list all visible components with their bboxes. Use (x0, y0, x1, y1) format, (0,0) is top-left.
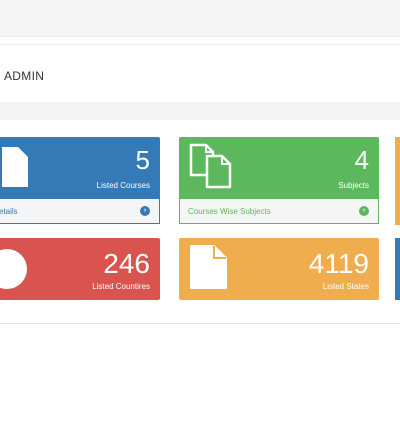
courses-wise-subjects-link[interactable]: Courses Wise Subjects › (179, 199, 379, 224)
countries-caption: Listed Countires (92, 282, 150, 291)
states-caption: Listed States (322, 282, 369, 291)
subjects-count: 4 (354, 145, 369, 175)
countries-tile-header: 246 Listed Countires (0, 238, 160, 300)
circle-arrow-right-icon: › (140, 206, 150, 216)
subjects-tile: 4 Subjects Courses Wise Subjects › (179, 137, 379, 225)
circle-arrow-right-icon: › (359, 206, 369, 216)
subjects-tile-header: 4 Subjects (179, 137, 379, 199)
partial-tile-right-top (395, 137, 400, 225)
file-icon (190, 245, 227, 289)
states-tile-header: 4119 Listed States (179, 238, 379, 300)
subjects-caption: Subjects (338, 181, 369, 190)
courses-tile-header: 5 Listed Courses (0, 137, 160, 199)
files-icon (189, 143, 232, 189)
courses-footer-label: etails (0, 207, 18, 216)
partial-tile-right-bottom (395, 238, 400, 300)
countries-count: 246 (103, 248, 150, 279)
top-navbar (0, 0, 400, 37)
courses-count: 5 (135, 145, 150, 175)
courses-caption: Listed Courses (96, 181, 150, 190)
courses-view-details-link[interactable]: etails › (0, 199, 160, 224)
welcome-text: ADMIN (4, 69, 45, 83)
states-count: 4119 (308, 248, 369, 279)
subjects-footer-label: Courses Wise Subjects (188, 207, 271, 216)
courses-tile: 5 Listed Courses etails › (0, 137, 160, 225)
section-divider (0, 102, 400, 120)
countries-tile: 246 Listed Countires (0, 238, 160, 300)
welcome-header: ADMIN (0, 44, 400, 103)
states-tile: 4119 Listed States (179, 238, 379, 300)
file-icon (2, 147, 28, 187)
globe-icon (0, 249, 27, 289)
